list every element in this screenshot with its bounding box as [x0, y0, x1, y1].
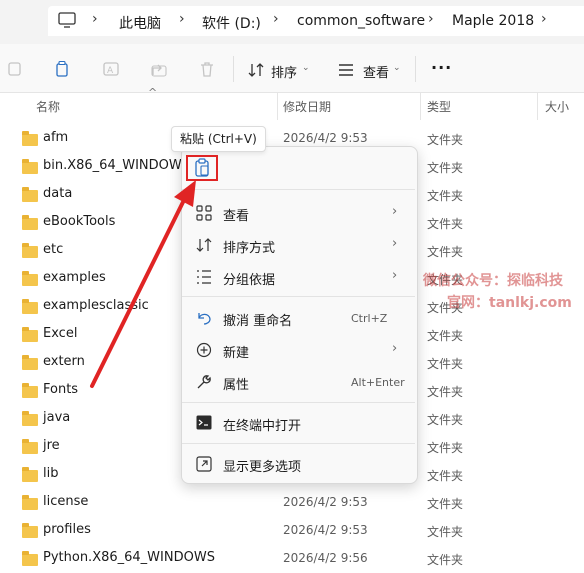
annotation-arrow	[90, 180, 196, 388]
